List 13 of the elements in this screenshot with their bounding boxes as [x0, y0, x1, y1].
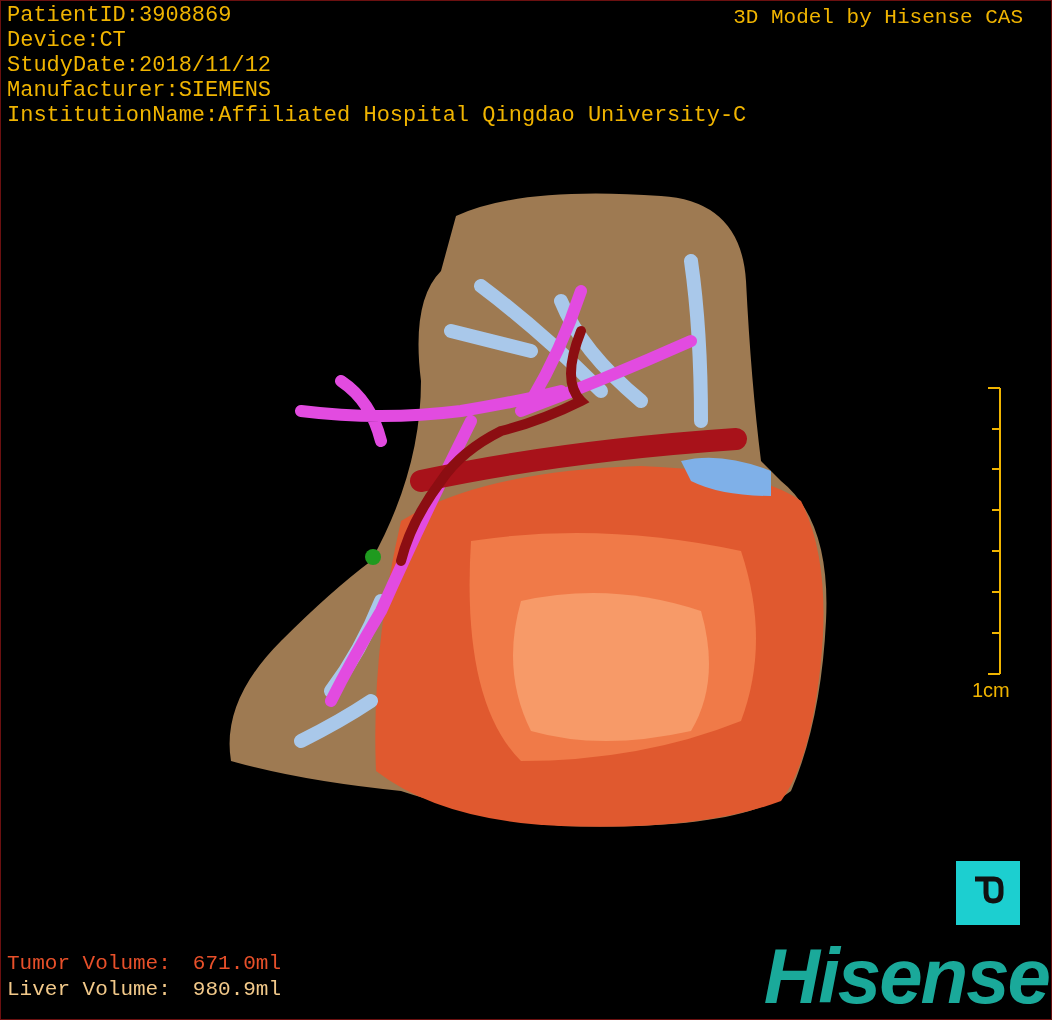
volume-value: 671.0ml [192, 951, 282, 977]
volume-label: Liver Volume: [7, 977, 171, 1003]
model-credit-text: 3D Model by Hisense CAS [733, 5, 1023, 30]
info-text: PatientID:3908869 [7, 3, 232, 28]
info-text: InstitutionName:Affiliated Hospital Qingdao University-C [7, 103, 747, 128]
info-text: StudyDate:2018/11/12 [7, 53, 272, 78]
info-text: Device:CT [7, 28, 126, 53]
volume-value: 980.9ml [192, 977, 282, 1003]
brand-logo: Hisense [763, 937, 1049, 1015]
volume-label: Tumor Volume: [7, 951, 171, 977]
info-text: Manufacturer:SIEMENS [7, 78, 272, 103]
view-mode-button[interactable] [956, 861, 1020, 925]
scale-label: 1cm [972, 678, 1010, 703]
